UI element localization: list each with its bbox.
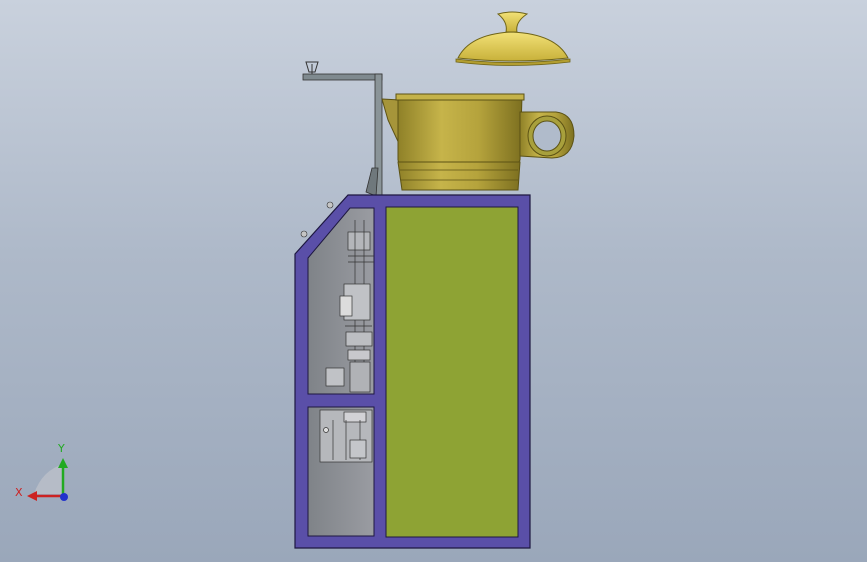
cad-viewport[interactable]: X Y: [0, 0, 867, 562]
teapot-lid[interactable]: [455, 11, 571, 66]
axis-x-label: X: [15, 486, 23, 499]
teapot-body[interactable]: [381, 93, 575, 191]
lower-mechanism[interactable]: [319, 409, 373, 463]
green-side-panel: [385, 206, 519, 538]
axis-y-label: Y: [58, 442, 65, 455]
support-bracket[interactable]: [302, 61, 383, 197]
model-graphics-area[interactable]: [0, 0, 867, 562]
coordinate-triad: [27, 458, 68, 501]
